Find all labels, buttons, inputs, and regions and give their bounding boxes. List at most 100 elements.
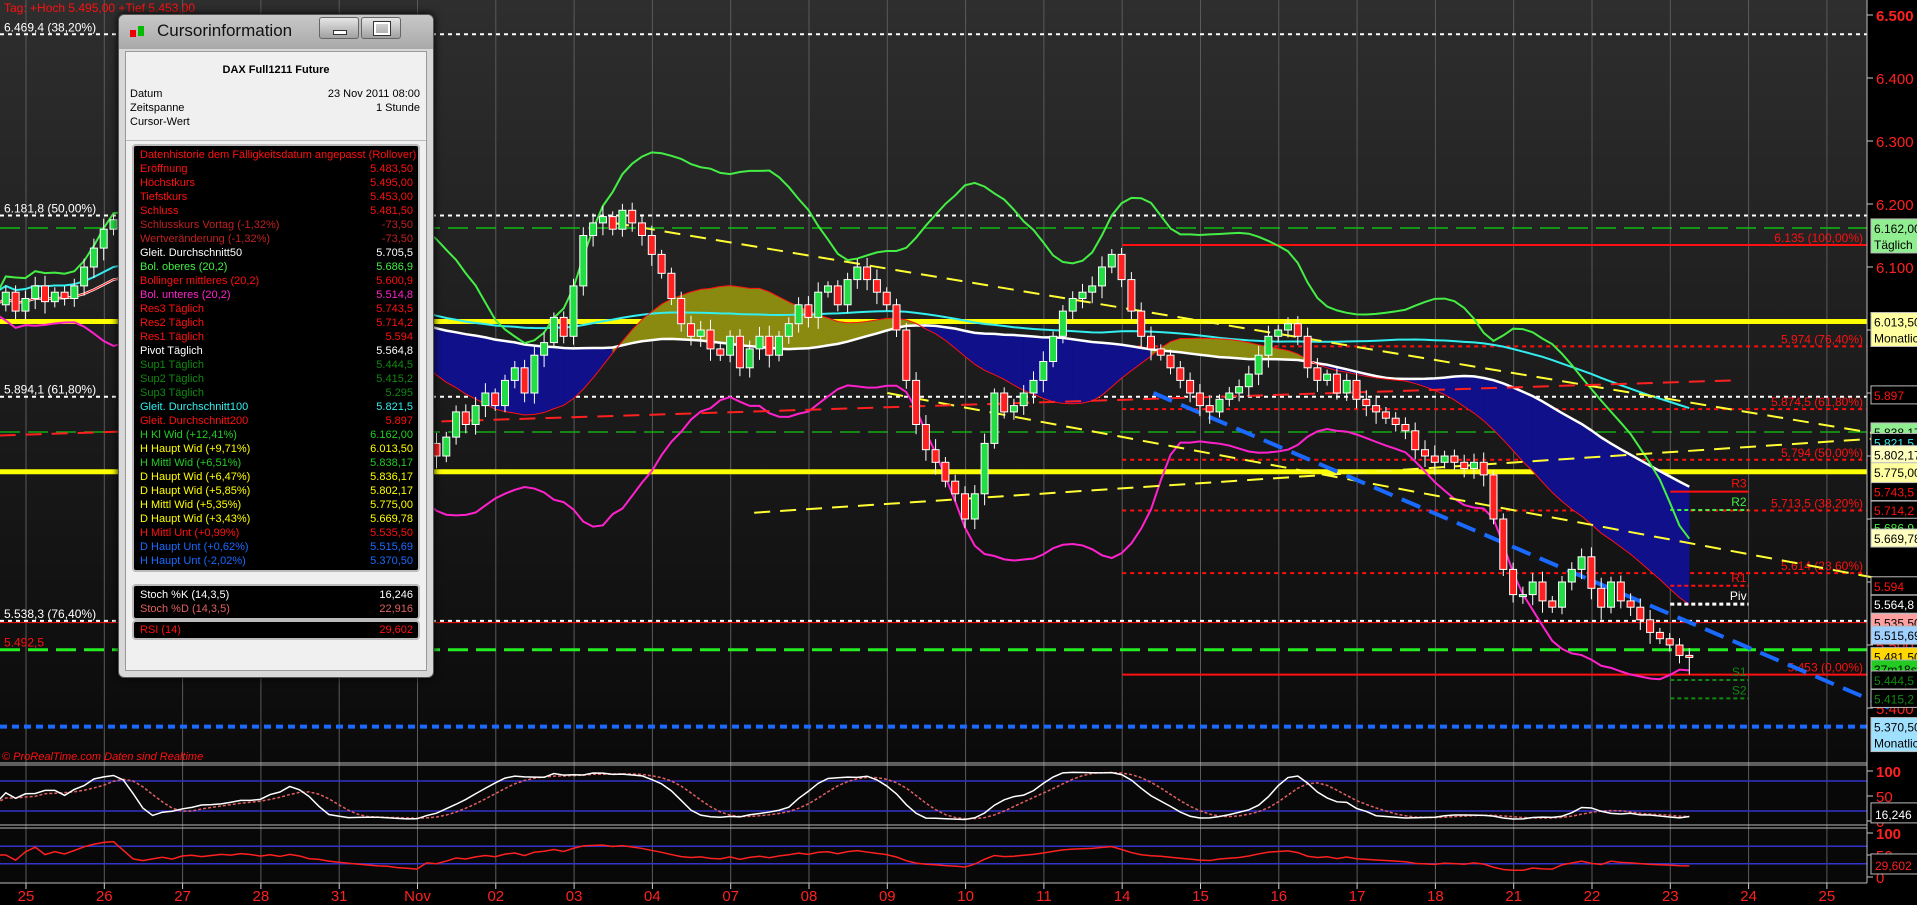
row-value: -73,50 <box>382 218 413 232</box>
candle-body <box>825 286 832 292</box>
oscillator-value: 29,602 <box>1875 859 1912 873</box>
candle-body <box>1079 292 1086 298</box>
indicator-row: Sup3 Täglich5.295 <box>134 386 418 400</box>
price-level-label: 5.492,5 <box>4 636 44 650</box>
price-axis-badge-value: 5.415,2 <box>1874 692 1914 706</box>
pivot-label: R2 <box>1731 495 1747 509</box>
candle-body <box>785 324 792 337</box>
pivot-label: R1 <box>1731 571 1747 585</box>
candle-body <box>1001 393 1008 412</box>
price-level-label: 5.974 (76,40%) <box>1781 332 1863 346</box>
price-level-label: 5.614 (23,60%) <box>1781 559 1863 573</box>
candle-body <box>756 336 763 349</box>
candle-body <box>1510 569 1517 594</box>
candle-body <box>1363 399 1370 405</box>
indicator-row: Pivot Täglich5.564,8 <box>134 344 418 358</box>
candle-body <box>1314 368 1321 381</box>
candle-body <box>12 292 19 311</box>
ma-fill-segment <box>1229 339 1239 358</box>
maximize-button[interactable] <box>361 17 401 39</box>
minimize-button[interactable] <box>319 17 359 39</box>
candle-body <box>668 273 675 298</box>
row-value: 5.838,17 <box>370 456 413 470</box>
ma-fill-segment <box>437 328 447 382</box>
price-axis-badge-value: 5.444,5 <box>1874 674 1914 688</box>
candle-body <box>1059 311 1066 336</box>
row-label: Bol. oberes (20,2) <box>140 260 227 274</box>
stoch-pane-background <box>0 766 1867 825</box>
ma-fill-segment <box>994 334 1004 380</box>
row-label: Sup1 Täglich <box>140 358 204 372</box>
indicator-row: Eröffnung5.483,50 <box>134 162 418 176</box>
row-value: 5.594 <box>385 330 413 344</box>
price-level-label: 6.135 (100,00%) <box>1774 231 1863 245</box>
indicator-row: Gleit. Durchschnitt505.705,5 <box>134 246 418 260</box>
candle-body <box>1236 387 1243 393</box>
row-value: 5.495,00 <box>370 176 413 190</box>
candle-body <box>51 292 58 301</box>
indicator-row: Res1 Täglich5.594 <box>134 330 418 344</box>
candle-body <box>502 380 509 405</box>
candle-body <box>1343 380 1350 393</box>
ma-fill-segment <box>554 347 564 409</box>
info-header: DAX Full1211 Future Datum23 Nov 2011 08:… <box>126 52 426 141</box>
candle-body <box>61 292 68 298</box>
indicator-row: Gleit. Durchschnitt1005.821,5 <box>134 400 418 414</box>
ma-fill-segment <box>1210 339 1220 358</box>
x-tick-label: 24 <box>1740 888 1757 905</box>
row-value: 5.295 <box>385 386 413 400</box>
ma-fill-segment <box>1572 419 1582 517</box>
candle-body <box>1245 374 1252 387</box>
ma-fill-segment <box>1552 407 1562 501</box>
candle-body <box>717 349 724 355</box>
pivot-label: S2 <box>1732 683 1747 697</box>
indicator-row: Schlusskurs Vortag (-1,32%)-73,50 <box>134 218 418 232</box>
candle-body <box>1196 393 1203 406</box>
cursor-information-window[interactable]: Cursorinformation DAX Full1211 Future Da… <box>118 14 434 678</box>
candle-body <box>1206 406 1213 412</box>
field-value: 1 Stunde <box>376 102 420 114</box>
candle-body <box>1519 595 1526 597</box>
ma-fill-segment <box>456 332 466 394</box>
price-axis-badge-period: Täglich <box>1874 238 1913 252</box>
candle-body <box>1020 393 1027 406</box>
ma-fill-segment <box>1220 339 1230 358</box>
candle-body <box>1471 462 1478 468</box>
price-axis-badge-value: 5.714,2 <box>1874 504 1914 518</box>
candle-body <box>1559 582 1566 607</box>
candle-body <box>1627 601 1634 607</box>
candle-body <box>580 236 587 286</box>
price-level-label: 5.894,1 (61,80%) <box>4 383 96 397</box>
ma-fill-segment <box>1591 430 1601 533</box>
provider-credit: © ProRealTime.com Daten sind Realtime <box>2 751 203 763</box>
candle-body <box>492 393 499 406</box>
candle-body <box>883 292 890 305</box>
row-label: Res2 Täglich <box>140 316 204 330</box>
row-label: H Haupt Wid (+9,71%) <box>140 442 250 456</box>
field-value: 23 Nov 2011 08:00 <box>328 88 420 100</box>
row-value: 5.686,9 <box>376 260 413 274</box>
row-value: 5.775,00 <box>370 498 413 512</box>
candle-body <box>1187 380 1194 393</box>
indicator-values-list: Datenhistorie dem Fälligkeitsdatum angep… <box>132 144 420 572</box>
ma-fill-segment <box>1562 413 1572 509</box>
ma-fill-segment <box>1503 383 1513 450</box>
candle-body <box>1392 418 1399 424</box>
candle-body <box>1568 569 1575 582</box>
row-value: 6.162,00 <box>370 428 413 442</box>
price-level-label: 5.538,3 (76,40%) <box>4 607 96 621</box>
x-tick-label: 02 <box>487 888 504 905</box>
window-titlebar[interactable]: Cursorinformation <box>119 15 433 49</box>
candle-body <box>1157 349 1164 355</box>
candle-body <box>1275 330 1282 336</box>
row-value: 5.600,9 <box>376 274 413 288</box>
price-axis-badge-value: 5.802,17 <box>1874 449 1917 463</box>
candle-body <box>1108 254 1115 267</box>
candle-body <box>609 217 616 230</box>
row-value: 29,602 <box>379 623 413 637</box>
candle-body <box>971 494 978 519</box>
row-label: Pivot Täglich <box>140 344 203 358</box>
candle-body <box>1686 655 1693 657</box>
candle-body <box>1324 374 1331 380</box>
candle-body <box>1647 620 1654 633</box>
